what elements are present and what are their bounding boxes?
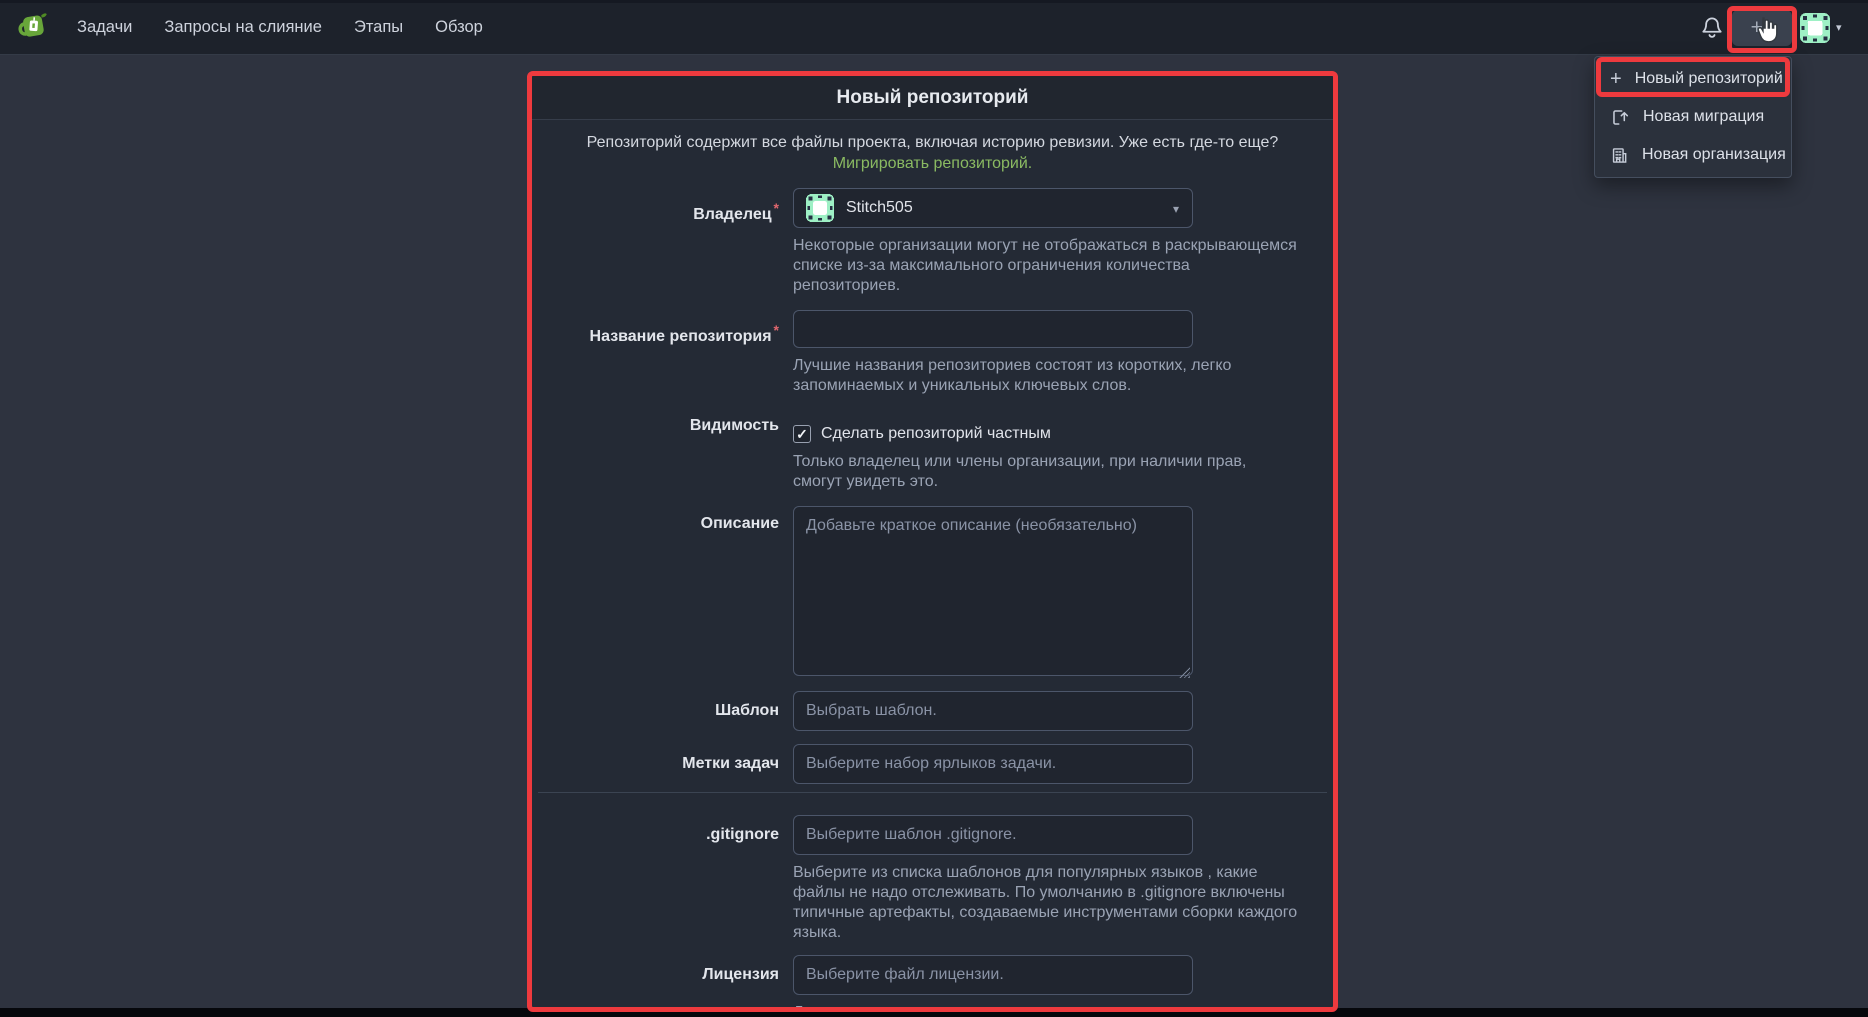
template-input[interactable]: [793, 691, 1193, 731]
form-header: Новый репозиторий: [532, 76, 1333, 120]
repo-name-help-text: Лучшие названия репозиториев состоят из …: [793, 356, 1298, 396]
owner-select[interactable]: Stitch505 ▾: [793, 188, 1193, 228]
license-input[interactable]: [793, 955, 1193, 995]
owner-label: Владелец*: [532, 188, 793, 235]
description-textarea[interactable]: [793, 506, 1193, 676]
issue-labels-input[interactable]: [793, 744, 1193, 784]
new-repository-form: Новый репозиторий Репозиторий содержит в…: [527, 71, 1338, 1012]
license-help-static: Лицензия определяет, что другие люди мог…: [793, 1004, 1287, 1012]
nav-item-pull-requests[interactable]: Запросы на слияние: [164, 18, 322, 37]
plus-icon: +: [1751, 17, 1763, 38]
description-label: Описание: [532, 504, 793, 534]
issue-labels-label: Метки задач: [532, 744, 793, 784]
gitignore-label: .gitignore: [532, 815, 793, 855]
section-divider: [538, 792, 1327, 793]
form-intro-text: Репозиторий содержит все файлы проекта, …: [573, 132, 1293, 174]
notifications-bell-icon[interactable]: [1700, 15, 1724, 41]
nav-item-issues[interactable]: Задачи: [77, 18, 132, 37]
issue-labels-row: Метки задач: [532, 744, 1333, 784]
private-checkbox[interactable]: ✓: [793, 425, 811, 443]
page-title: Новый репозиторий: [837, 87, 1029, 109]
chevron-down-icon: ▾: [1173, 202, 1179, 216]
owner-row: Владелец*: [532, 188, 1333, 296]
template-label: Шаблон: [532, 691, 793, 731]
nav-item-explore[interactable]: Обзор: [435, 18, 483, 37]
repo-name-row: Название репозитория* Лучшие названия ре…: [532, 310, 1333, 396]
license-row: Лицензия Лицензия определяет, что другие…: [532, 955, 1333, 1012]
visibility-row: Видимость ✓ Сделать репозиторий частным …: [532, 414, 1333, 492]
gitea-logo-icon[interactable]: [15, 9, 51, 45]
migrate-icon: [1610, 108, 1630, 127]
template-row: Шаблон: [532, 691, 1333, 731]
required-asterisk: *: [774, 200, 779, 216]
gitignore-help-text: Выберите из списка шаблонов для популярн…: [793, 863, 1298, 943]
menu-item-new-repository[interactable]: + Новый репозиторий: [1595, 60, 1791, 98]
create-new-button[interactable]: + ▾: [1732, 10, 1792, 46]
intro-static-text: Репозиторий содержит все файлы проекта, …: [587, 134, 1279, 151]
repo-name-input[interactable]: [793, 310, 1193, 348]
primary-nav: Задачи Запросы на слияние Этапы Обзор: [77, 18, 483, 37]
owner-value: Stitch505: [846, 199, 913, 217]
private-checkbox-label[interactable]: Сделать репозиторий частным: [821, 425, 1051, 443]
nav-item-milestones[interactable]: Этапы: [354, 18, 403, 37]
required-asterisk: *: [774, 322, 779, 338]
visibility-label: Видимость: [532, 414, 793, 436]
user-menu-caret-icon[interactable]: ▾: [1836, 21, 1842, 34]
menu-item-label: Новый репозиторий: [1635, 70, 1783, 88]
plus-icon: +: [1610, 68, 1622, 91]
owner-avatar: [806, 194, 834, 222]
license-help-text: Лицензия определяет, что другие люди мог…: [793, 1003, 1298, 1012]
menu-item-new-organization[interactable]: Новая организация: [1595, 136, 1791, 174]
owner-help-text: Некоторые организации могут не отображат…: [793, 236, 1298, 296]
gitignore-input[interactable]: [793, 815, 1193, 855]
license-label: Лицензия: [532, 955, 793, 995]
top-navbar: Задачи Запросы на слияние Этапы Обзор + …: [0, 0, 1868, 55]
menu-item-label: Новая организация: [1642, 146, 1786, 164]
repo-name-label: Название репозитория*: [532, 310, 793, 357]
chevron-down-icon: ▾: [1768, 22, 1774, 35]
menu-item-new-migration[interactable]: Новая миграция: [1595, 98, 1791, 136]
gitignore-row: .gitignore Выберите из списка шаблонов д…: [532, 815, 1333, 943]
organization-icon: [1610, 146, 1629, 165]
description-row: Описание: [532, 504, 1333, 681]
visibility-help-text: Только владелец или члены организации, п…: [793, 452, 1298, 492]
checkmark-icon: ✓: [796, 427, 808, 441]
create-new-dropdown-menu: + Новый репозиторий Новая миграция Новая…: [1594, 56, 1792, 178]
user-avatar[interactable]: [1800, 13, 1830, 43]
menu-item-label: Новая миграция: [1643, 108, 1764, 126]
migrate-repository-link[interactable]: Мигрировать репозиторий.: [833, 155, 1032, 172]
